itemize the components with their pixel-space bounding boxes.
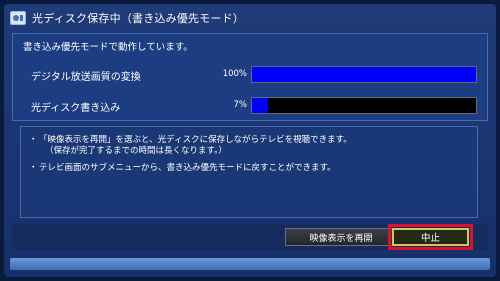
dialog-title: 光ディスク保存中（書き込み優先モード）: [32, 12, 245, 25]
note-text: 「映像表示を再開」を選ぶと、光ディスクに保存しながらテレビを視聴できます。: [39, 135, 352, 145]
progress-panel: 書き込み優先モードで動作しています。 デジタル放送画質の変換 100% 光ディス…: [12, 33, 488, 121]
progress-fill: [252, 67, 476, 82]
resume-video-button[interactable]: 映像表示を再開: [285, 228, 397, 246]
status-message: 書き込み優先モードで動作しています。: [23, 42, 193, 53]
bullet: ・: [29, 163, 38, 173]
button-bar: 映像表示を再開 中止: [12, 224, 488, 250]
note-return: ・ テレビ画面のサブメニューから、書き込み優先モードに戻すことができます。: [29, 163, 336, 174]
progress-label: デジタル放送画質の変換: [31, 72, 141, 83]
progress-row-writing: 光ディスク書き込み 7%: [13, 97, 487, 115]
disc-recorder-icon: [10, 11, 26, 25]
bottom-bar: [10, 258, 490, 270]
title-bar: 光ディスク保存中（書き込み優先モード）: [8, 8, 492, 28]
note-text: （保存が完了するまでの時間は長くなります。）: [45, 146, 227, 156]
bullet: ・: [29, 135, 38, 145]
info-panel: ・ 「映像表示を再開」を選ぶと、光ディスクに保存しながらテレビを視聴できます。 …: [20, 126, 478, 218]
progress-row-conversion: デジタル放送画質の変換 100%: [13, 66, 487, 84]
note-resume: ・ 「映像表示を再開」を選ぶと、光ディスクに保存しながらテレビを視聴できます。 …: [29, 135, 352, 157]
note-text: テレビ画面のサブメニューから、書き込み優先モードに戻すことができます。: [39, 163, 336, 173]
progress-bar: [251, 97, 477, 114]
stop-button[interactable]: 中止: [392, 228, 469, 246]
progress-bar: [251, 66, 477, 83]
progress-percent: 100%: [222, 69, 247, 79]
progress-percent: 7%: [233, 100, 248, 110]
progress-label: 光ディスク書き込み: [31, 103, 121, 114]
progress-fill: [252, 98, 268, 113]
